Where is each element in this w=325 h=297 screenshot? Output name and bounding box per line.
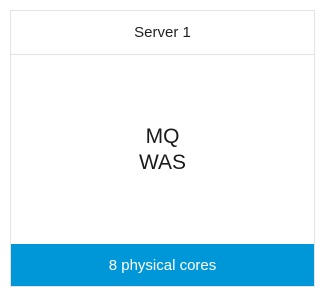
cores-footer: 8 physical cores bbox=[11, 244, 314, 286]
server-title: Server 1 bbox=[11, 11, 314, 55]
server-card: Server 1 MQ WAS 8 physical cores bbox=[10, 10, 315, 287]
server-components: MQ WAS bbox=[11, 55, 314, 245]
component-was: WAS bbox=[138, 151, 187, 174]
component-mq: MQ bbox=[145, 125, 180, 148]
